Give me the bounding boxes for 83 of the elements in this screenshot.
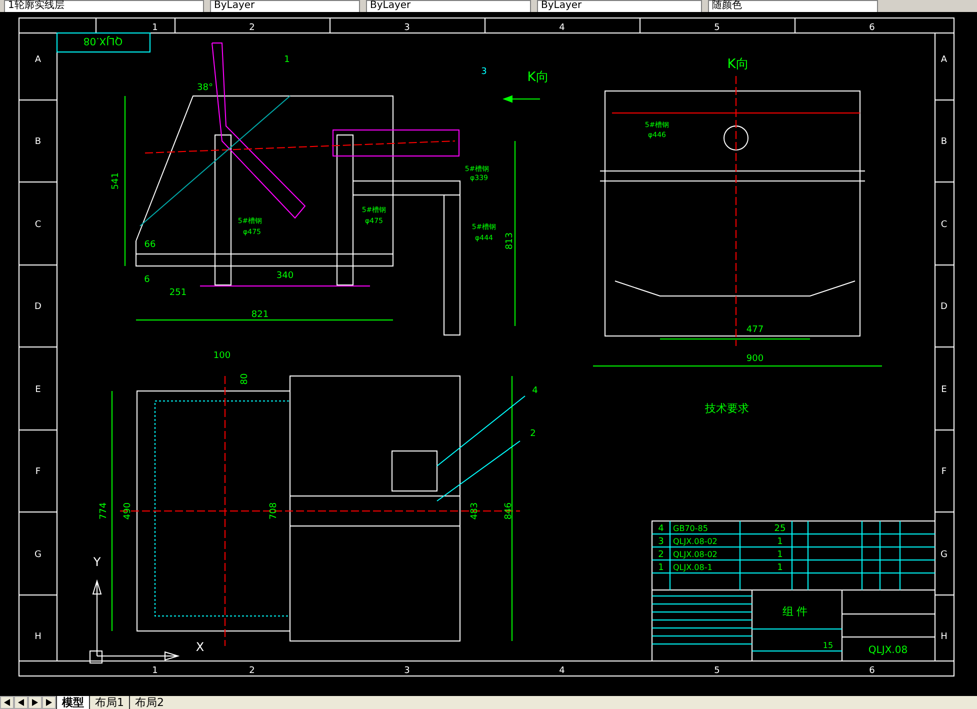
title-block-text: QLJX.08 xyxy=(868,645,908,656)
grid-row-label: D xyxy=(34,302,42,312)
dimension-text: 846 xyxy=(504,502,514,520)
dimension-text: 251 xyxy=(169,288,187,298)
triangle-right-icon xyxy=(46,699,52,706)
dimension-text: 38° xyxy=(197,83,213,93)
grid-column-label: 2 xyxy=(249,666,255,676)
grid-column-label: 2 xyxy=(249,23,255,33)
table-cell: 25 xyxy=(774,524,786,534)
dimension-text: 483 xyxy=(470,502,480,520)
grid-row-label: H xyxy=(940,632,948,642)
dimension-text: 6 xyxy=(144,275,150,285)
dimension-text: 3 xyxy=(481,67,487,77)
table-cell: 3 xyxy=(658,537,664,547)
table-cell: GB70-85 xyxy=(673,524,708,533)
dimension-text: 774 xyxy=(99,502,109,520)
dimension-text: 477 xyxy=(746,325,764,335)
triangle-right-icon xyxy=(32,699,38,706)
grid-row-label: B xyxy=(34,137,42,147)
grid-row-label: G xyxy=(940,550,948,560)
table-cell: 4 xyxy=(658,524,664,534)
dimension-text: 100 xyxy=(213,351,231,361)
layout-tab[interactable]: 模型 xyxy=(56,696,89,709)
grid-row-label: C xyxy=(940,220,948,230)
grid-column-label: 4 xyxy=(559,23,565,33)
table-cell: QLJX.08-02 xyxy=(673,550,718,559)
grid-row-label: E xyxy=(941,385,947,395)
grid-column-label: 6 xyxy=(869,666,875,676)
scroll-left-button[interactable] xyxy=(0,696,14,709)
grid-row-label: E xyxy=(35,385,41,395)
dimension-text: 821 xyxy=(251,310,269,320)
axis-label: X xyxy=(196,640,204,654)
table-cell: QLJX.08-02 xyxy=(673,537,718,546)
grid-column-label: 5 xyxy=(714,666,720,676)
dimension-text: 340 xyxy=(276,271,294,281)
view-title: K向 xyxy=(727,57,749,72)
title-block-text: 15 xyxy=(822,641,834,650)
grid-row-label: G xyxy=(34,550,42,560)
table-cell: 1 xyxy=(777,537,783,547)
dimension-text: 813 xyxy=(505,232,515,250)
axis-label: Y xyxy=(93,555,101,569)
dimension-text: 541 xyxy=(111,172,121,190)
table-cell: 1 xyxy=(658,563,664,573)
ucs-icon xyxy=(90,579,180,664)
grid-column-label: 3 xyxy=(404,666,410,676)
property-dropdown[interactable]: ByLayer xyxy=(210,0,360,12)
grid-row-label: D xyxy=(940,302,948,312)
property-dropdown[interactable]: ByLayer xyxy=(366,0,531,12)
grid-row-label: F xyxy=(941,467,947,477)
grid-row-label: F xyxy=(35,467,41,477)
dimension-text: 1 xyxy=(284,55,290,65)
view-direction-label: K向 xyxy=(527,70,549,85)
grid-column-label: 1 xyxy=(152,23,158,33)
grid-row-label: C xyxy=(34,220,42,230)
grid-row-label: B xyxy=(940,137,948,147)
title-block-text: 组 件 xyxy=(782,605,808,618)
grid-column-label: 1 xyxy=(152,666,158,676)
triangle-left-icon xyxy=(4,699,10,706)
dimension-text: 80 xyxy=(240,373,250,385)
grid-column-label: 3 xyxy=(404,23,410,33)
scroll-right-button[interactable] xyxy=(28,696,42,709)
grid-row-label: H xyxy=(34,632,42,642)
drawing-number-text: QLJX.08 xyxy=(83,35,123,46)
table-cell: QLJX.08-1 xyxy=(673,563,712,572)
dimension-text: 2 xyxy=(530,429,536,439)
table-cell: 2 xyxy=(658,550,664,560)
table-cell: 1 xyxy=(777,563,783,573)
property-dropdown[interactable]: ByLayer xyxy=(537,0,702,12)
triangle-left-icon xyxy=(18,699,24,706)
dimension-text: 4 xyxy=(532,386,538,396)
dimension-text: 708 xyxy=(269,502,279,520)
grid-row-label: A xyxy=(34,55,42,65)
scroll-right-button[interactable] xyxy=(42,696,56,709)
scroll-left-button[interactable] xyxy=(14,696,28,709)
requirements-title: 技术要求 xyxy=(705,402,749,415)
grid-column-label: 5 xyxy=(714,23,720,33)
dimension-text: 490 xyxy=(123,502,133,520)
grid-row-label: A xyxy=(940,55,948,65)
dimension-text: 66 xyxy=(144,240,156,250)
grid-column-label: 4 xyxy=(559,666,565,676)
dimension-text: 900 xyxy=(746,354,764,364)
grid-column-label: 6 xyxy=(869,23,875,33)
table-cell: 1 xyxy=(777,550,783,560)
